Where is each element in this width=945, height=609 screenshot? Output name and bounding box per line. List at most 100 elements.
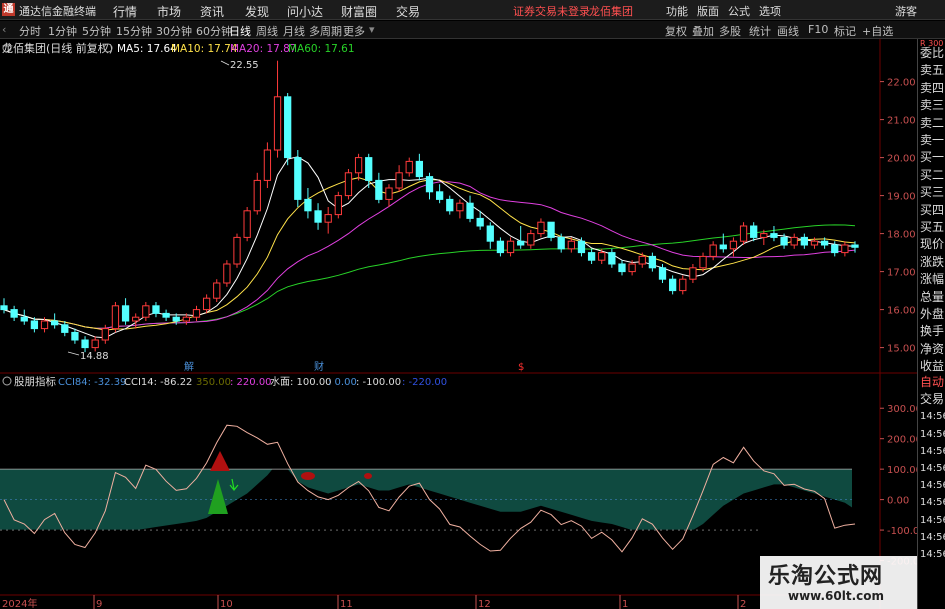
add-watchlist-button[interactable]: +自选 (862, 23, 893, 39)
candle-body-up (101, 328, 109, 341)
candle (10, 305, 18, 321)
quote-field-label: 买五 (920, 220, 945, 234)
menu-item-options[interactable]: 选项 (759, 3, 781, 19)
price-tick-label: 17.00 (887, 268, 916, 279)
candle-body-down (415, 160, 424, 178)
candle-body-up (689, 267, 697, 280)
ma10-label: MA10: 17.74 (171, 43, 238, 55)
quote-field-label: 卖三 (920, 98, 945, 113)
warning-dot-small (364, 473, 372, 479)
tab-daily[interactable]: 日线 (229, 23, 251, 39)
candle-body-down (547, 221, 555, 238)
candle-body-up (263, 149, 272, 181)
candle-body-down (435, 191, 444, 200)
event-marker-finance[interactable]: 财 (314, 360, 324, 373)
tick-time: 14:56 (920, 463, 945, 474)
tab-15min[interactable]: 15分钟 (116, 23, 152, 39)
tick-time: 14:56 (920, 445, 945, 457)
menu-item-layout[interactable]: 版面 (697, 3, 719, 19)
candle-body-down (608, 252, 616, 265)
menu-item-wealth[interactable]: 财富圈 (341, 3, 377, 20)
tab-30min[interactable]: 30分钟 (156, 23, 192, 39)
quote-field-label: 现价 (920, 237, 945, 252)
quote-field-label: 涨跌 (920, 254, 945, 269)
candle (506, 237, 515, 257)
candle-body-up (506, 240, 515, 254)
candle-body-up (527, 233, 535, 246)
candle-body-down (51, 320, 59, 326)
candle (192, 305, 201, 321)
trade-login-warning[interactable]: 证券交易未登录 (513, 3, 590, 19)
tab-5min[interactable]: 5分钟 (82, 23, 111, 39)
candle (20, 309, 28, 325)
tick-time: 14:56 (920, 549, 945, 560)
candle (273, 60, 282, 158)
menu-item-function[interactable]: 功能 (666, 3, 688, 19)
candle (456, 199, 464, 219)
candle-body-up (334, 195, 342, 216)
water-level-value: 水面: 100.00 (270, 376, 332, 388)
indicator-options-icon[interactable] (2, 376, 12, 386)
high-price-pointer (220, 60, 230, 66)
tab-weekly[interactable]: 周线 (256, 23, 278, 39)
candle-body-down (425, 176, 434, 193)
candle-body-down (851, 244, 859, 248)
candle-body-down (577, 240, 586, 254)
candle (739, 222, 748, 245)
menu-item-formula[interactable]: 公式 (728, 3, 750, 19)
tab-monthly[interactable]: 月线 (283, 23, 305, 39)
candle-body-up (223, 263, 231, 284)
candle (51, 313, 59, 329)
chart-area[interactable]: 22.0021.0020.0019.0018.0017.0016.0015.00… (0, 39, 917, 609)
candle (517, 226, 525, 249)
menu-item-markets[interactable]: 市场 (157, 3, 181, 20)
candle-body-up (729, 240, 738, 250)
tab-more[interactable]: 更多 (343, 23, 365, 39)
indicator-header: 股朋指标 CCI84: -32.39 CCI14: -86.22 350.00 … (2, 375, 447, 388)
event-marker-dividend[interactable]: $ (518, 362, 524, 373)
candle-body-down (162, 312, 170, 318)
mark-button[interactable]: 标记 (834, 23, 856, 39)
quote-field-label: 净资 (920, 341, 945, 356)
tab-timeshare[interactable]: 分时 (19, 23, 41, 39)
multi-stock-button[interactable]: 多股 (719, 23, 741, 39)
user-guest[interactable]: 游客 (895, 3, 917, 19)
menu-item-trade[interactable]: 交易 (396, 3, 420, 20)
draw-line-button[interactable]: 画线 (777, 23, 799, 39)
tab-1min[interactable]: 1分钟 (48, 23, 77, 39)
candle (253, 172, 261, 215)
ma10-line (3, 177, 856, 331)
level-350-value: 350.00 (196, 377, 231, 388)
candle-body-up (810, 240, 819, 246)
ma60-label: MA60: 17.61 (288, 43, 355, 55)
menu-item-market[interactable]: 行情 (113, 3, 137, 20)
candle (669, 275, 677, 295)
quote-field-label: 交易 (920, 392, 945, 407)
menu-item-discover[interactable]: 发现 (245, 3, 269, 20)
tab-more-chevron-icon[interactable]: ▾ (369, 23, 375, 36)
event-marker-unlock[interactable]: 解 (184, 360, 194, 373)
candle (537, 218, 545, 238)
menu-item-ask[interactable]: 问小达 (287, 3, 323, 20)
tab-60min[interactable]: 60分钟 (196, 23, 232, 39)
quote-field-label: 买三 (920, 185, 945, 200)
candle-body-down (557, 236, 565, 250)
tab-multi-period[interactable]: 多周期 (309, 23, 342, 39)
x-label-feb: 2 (740, 599, 746, 609)
adjust-button[interactable]: 复权 (665, 23, 687, 39)
overlay-button[interactable]: 叠加 (692, 23, 714, 39)
candle (446, 195, 454, 215)
candle (790, 233, 798, 249)
candle (385, 184, 393, 207)
statistics-button[interactable]: 统计 (749, 23, 771, 39)
f10-button[interactable]: F10 (808, 23, 828, 36)
candle-body-up (243, 210, 251, 238)
candle-body-up (709, 244, 717, 257)
candle-body-up (202, 297, 211, 311)
quote-field-label: 卖二 (920, 115, 945, 130)
menu-item-news[interactable]: 资讯 (200, 3, 224, 20)
candle (375, 172, 383, 204)
candle-body-down (121, 305, 130, 322)
candle (142, 302, 150, 321)
candle-body-down (0, 305, 8, 311)
